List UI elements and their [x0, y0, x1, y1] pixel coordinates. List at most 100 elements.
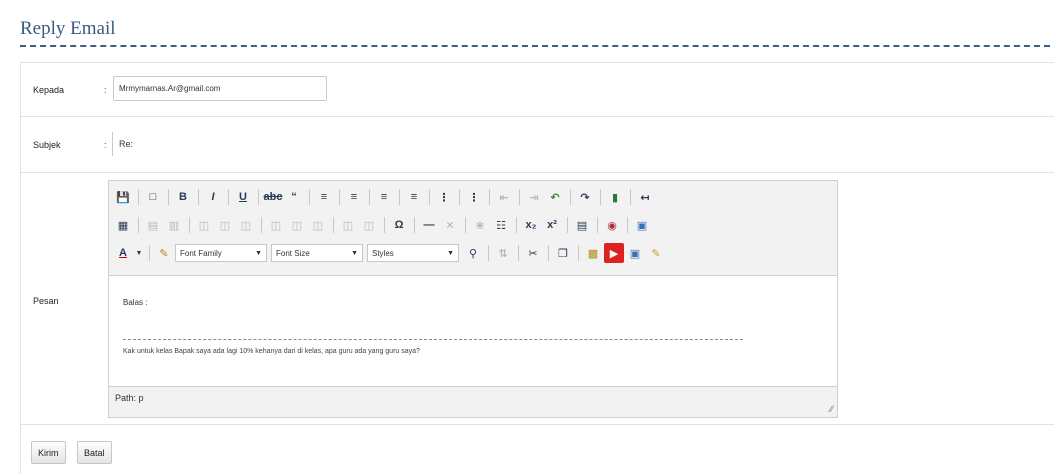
- highlight-icon[interactable]: ✎: [154, 243, 174, 263]
- image-icon[interactable]: ▣: [632, 215, 652, 235]
- cell-icon[interactable]: ◫: [287, 215, 307, 235]
- cell-icon[interactable]: ◫: [236, 215, 256, 235]
- message-label: Pesan: [33, 296, 59, 306]
- edit-pencil-icon[interactable]: ✎: [646, 243, 666, 263]
- blockquote-icon[interactable]: “: [284, 187, 304, 207]
- bullet-list-icon[interactable]: ⋮: [434, 187, 454, 207]
- align-justify-icon[interactable]: ≡: [404, 187, 424, 207]
- toolbar-separator: [518, 245, 519, 261]
- toolbar-separator: [369, 189, 370, 205]
- toolbar-separator: [228, 189, 229, 205]
- title-divider: [20, 45, 1050, 47]
- quote-divider: [123, 339, 743, 340]
- row-divider: [20, 62, 1054, 63]
- toolbar-separator: [168, 189, 169, 205]
- toolbar-separator: [261, 217, 262, 233]
- subscript-icon[interactable]: x₂: [521, 215, 541, 235]
- cell-icon[interactable]: ◫: [215, 215, 235, 235]
- media-icon[interactable]: ◉: [602, 215, 622, 235]
- underline-icon[interactable]: U: [233, 187, 253, 207]
- omega-icon[interactable]: Ω: [389, 215, 409, 235]
- indent-icon[interactable]: ⇥: [524, 187, 544, 207]
- new-document-icon[interactable]: □: [143, 187, 163, 207]
- toolbar-row-3: A ▼ ✎ Font Family ▼ Font Size ▼ Styles ▼…: [113, 241, 667, 265]
- toolbar-separator: [570, 189, 571, 205]
- charmap-icon[interactable]: ☷: [491, 215, 511, 235]
- subject-field[interactable]: [112, 132, 332, 156]
- chevron-down-icon: ▼: [447, 249, 454, 257]
- image-icon[interactable]: ▣: [625, 243, 645, 263]
- toolbar-separator: [597, 217, 598, 233]
- remove-format-icon[interactable]: ✕: [440, 215, 460, 235]
- toolbar-separator: [578, 245, 579, 261]
- toolbar-separator: [489, 189, 490, 205]
- quoted-message: Kak untuk kelas Bapak saya ada lagi 10% …: [123, 348, 420, 355]
- cell-icon[interactable]: ◫: [359, 215, 379, 235]
- align-center-icon[interactable]: ≡: [344, 187, 364, 207]
- cell-icon[interactable]: ◫: [266, 215, 286, 235]
- styles-label: Styles: [372, 248, 394, 258]
- cleanup-icon[interactable]: ❀: [470, 215, 490, 235]
- youtube-icon[interactable]: ▶: [604, 243, 624, 263]
- table-icon[interactable]: ▦: [113, 215, 133, 235]
- to-label: Kepada: [33, 85, 65, 95]
- save-icon[interactable]: 💾: [113, 187, 133, 207]
- resize-grip-icon[interactable]: ∕∕: [830, 404, 833, 414]
- cancel-button[interactable]: Batal: [77, 441, 112, 464]
- editor-content[interactable]: Balas : Kak untuk kelas Bapak saya ada l…: [109, 275, 837, 387]
- cell-icon[interactable]: ◫: [194, 215, 214, 235]
- toolbar-row-1: 💾 □ B I U abc “ ≡ ≡ ≡ ≡ ⋮ ⋮ ⇤ ⇥ ↶ ↷ ▮ ↤: [113, 185, 656, 209]
- bold-icon[interactable]: B: [173, 187, 193, 207]
- paste-icon[interactable]: ▩: [583, 243, 603, 263]
- link-icon[interactable]: ▮: [605, 187, 625, 207]
- copy-icon[interactable]: ❐: [553, 243, 573, 263]
- row-insert-icon[interactable]: ▤: [143, 215, 163, 235]
- toolbar-separator: [189, 217, 190, 233]
- numbered-list-icon[interactable]: ⋮: [464, 187, 484, 207]
- toolbar-separator: [149, 245, 150, 261]
- undo-icon[interactable]: ↶: [545, 187, 565, 207]
- toolbar-separator: [333, 217, 334, 233]
- toolbar-separator: [399, 189, 400, 205]
- superscript-icon[interactable]: x²: [542, 215, 562, 235]
- chevron-down-icon: ▼: [351, 249, 358, 257]
- cell-icon[interactable]: ◫: [338, 215, 358, 235]
- tb-select-styles[interactable]: Styles ▼: [367, 244, 459, 262]
- rich-text-editor: 💾 □ B I U abc “ ≡ ≡ ≡ ≡ ⋮ ⋮ ⇤ ⇥ ↶ ↷ ▮ ↤: [108, 180, 838, 418]
- chevron-down-icon: ▼: [255, 249, 262, 257]
- tb-select-font-family[interactable]: Font Family ▼: [175, 244, 267, 262]
- send-button[interactable]: Kirim: [31, 441, 66, 464]
- cell-icon[interactable]: ◫: [308, 215, 328, 235]
- page-title: Reply Email: [20, 18, 116, 39]
- to-field[interactable]: [113, 76, 327, 101]
- italic-icon[interactable]: I: [203, 187, 223, 207]
- status-path: Path: p: [115, 393, 144, 403]
- strikethrough-icon[interactable]: abc: [263, 187, 283, 207]
- body-greeting: Balas :: [123, 298, 148, 307]
- tb-select-font-size[interactable]: Font Size ▼: [271, 244, 363, 262]
- subject-label: Subjek: [33, 140, 61, 150]
- text-color-icon[interactable]: A: [113, 243, 133, 263]
- toolbar-separator: [630, 189, 631, 205]
- toolbar-separator: [459, 189, 460, 205]
- toolbar-separator: [309, 189, 310, 205]
- horizontal-rule-icon[interactable]: —: [419, 215, 439, 235]
- visual-aid-icon[interactable]: ▤: [572, 215, 592, 235]
- row-divider: [20, 116, 1054, 117]
- cut-icon[interactable]: ✂: [523, 243, 543, 263]
- chevron-down-icon[interactable]: ▼: [134, 243, 144, 263]
- align-right-icon[interactable]: ≡: [374, 187, 394, 207]
- replace-icon[interactable]: ⇅: [493, 243, 513, 263]
- align-left-icon[interactable]: ≡: [314, 187, 334, 207]
- outdent-icon[interactable]: ⇤: [494, 187, 514, 207]
- font-family-label: Font Family: [180, 248, 222, 258]
- row-divider: [20, 172, 1054, 173]
- redo-icon[interactable]: ↷: [575, 187, 595, 207]
- toolbar-separator: [627, 217, 628, 233]
- unlink-icon[interactable]: ↤: [635, 187, 655, 207]
- toolbar-separator: [488, 245, 489, 261]
- column-icon[interactable]: ▥: [164, 215, 184, 235]
- find-icon[interactable]: ⚲: [463, 243, 483, 263]
- toolbar-separator: [384, 217, 385, 233]
- toolbar-separator: [258, 189, 259, 205]
